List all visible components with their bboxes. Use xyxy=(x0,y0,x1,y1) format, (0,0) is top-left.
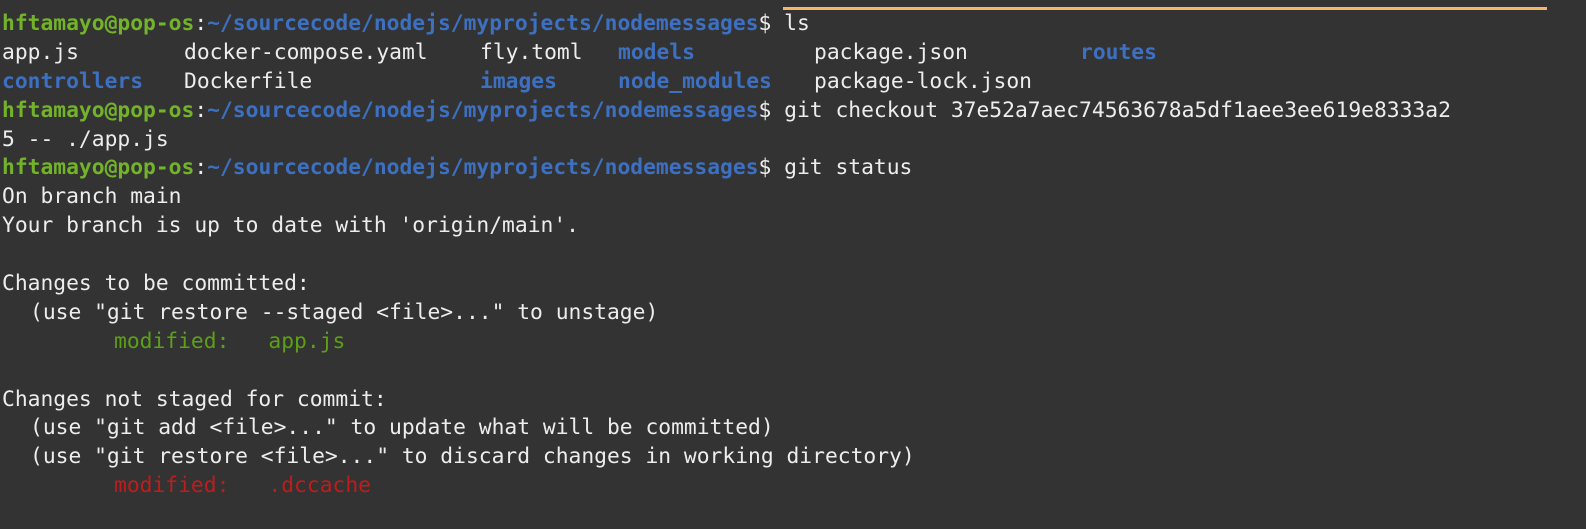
unstaged-modified-label: modified: xyxy=(114,473,230,499)
ls-entry-file: docker-compose.yaml xyxy=(184,39,428,65)
prompt-line-ls: hftamayo@pop-os:~/sourcecode/nodejs/mypr… xyxy=(2,10,1586,39)
status-uptodate-line: Your branch is up to date with 'origin/m… xyxy=(2,213,579,239)
unstaged-file-entry: modified: .dccache xyxy=(2,472,1586,501)
ls-output-row: app.js docker-compose.yaml fly.toml models p… xyxy=(2,39,1586,68)
prompt-line-checkout: hftamayo@pop-os:~/sourcecode/nodejs/mypr… xyxy=(2,97,1586,126)
prompt-dollar: $ xyxy=(758,97,785,123)
staged-hint: (use "git restore --staged <file>..." to… xyxy=(2,299,1586,328)
prompt-separator: : xyxy=(194,11,208,36)
command-wrap-line: 5 -- ./app.js xyxy=(2,126,169,152)
staged-modified-label: modified: xyxy=(114,328,230,354)
prompt-user: hftamayo@pop-os xyxy=(2,97,195,123)
prompt-separator: : xyxy=(194,97,208,123)
prompt-separator: : xyxy=(194,155,208,181)
unstaged-header: Changes not staged for commit: xyxy=(2,386,387,412)
unstaged-file-name: .dccache xyxy=(268,473,371,499)
staged-file-name: app.js xyxy=(268,328,346,354)
prompt-user: hftamayo@pop-os xyxy=(2,155,195,181)
prompt-path: ~/sourcecode/nodejs/myprojects/nodemessa… xyxy=(207,97,759,123)
unstaged-hint: (use "git restore <file>..." to discard … xyxy=(2,443,1586,472)
command-text: git status xyxy=(784,155,913,181)
ls-entry-directory: models xyxy=(618,39,695,65)
staged-file-entry: modified: app.js xyxy=(2,328,1586,357)
unstaged-hint-text: (use "git add <file>..." to update what … xyxy=(30,415,774,441)
unstaged-hint: (use "git add <file>..." to update what … xyxy=(2,414,1586,443)
tab-accent-bar xyxy=(783,7,1547,10)
ls-entry-directory: node_modules xyxy=(618,68,772,94)
ls-entry-file: package-lock.json xyxy=(814,68,1032,94)
staged-hint-text: (use "git restore --staged <file>..." to… xyxy=(30,299,659,325)
prompt-path: ~/sourcecode/nodejs/myprojects/nodemessa… xyxy=(207,155,759,181)
status-branch-line: On branch main xyxy=(2,184,182,210)
terminal-window[interactable]: hftamayo@pop-os:~/sourcecode/nodejs/mypr… xyxy=(0,0,1586,529)
prompt-path: ~/sourcecode/nodejs/myprojects/nodemessa… xyxy=(207,11,759,36)
ls-entry-file: fly.toml xyxy=(480,39,583,65)
prompt-dollar: $ xyxy=(758,11,785,36)
staged-header: Changes to be committed: xyxy=(2,271,310,297)
ls-entry-directory: images xyxy=(480,68,557,94)
command-text: git checkout 37e52a7aec74563678a5df1aee3… xyxy=(784,97,1451,123)
ls-entry-file: app.js xyxy=(2,39,79,65)
ls-entry-directory: controllers xyxy=(2,68,144,94)
ls-entry-file: Dockerfile xyxy=(184,68,313,94)
ls-output-row: controllers Dockerfile images node_modules p… xyxy=(2,68,1586,97)
command-text: ls xyxy=(784,11,810,36)
prompt-dollar: $ xyxy=(758,155,785,181)
prompt-line-status: hftamayo@pop-os:~/sourcecode/nodejs/mypr… xyxy=(2,154,1586,183)
unstaged-hint-text: (use "git restore <file>..." to discard … xyxy=(30,444,915,470)
ls-entry-file: package.json xyxy=(814,39,968,65)
ls-entry-directory: routes xyxy=(1080,39,1157,65)
prompt-user: hftamayo@pop-os xyxy=(2,11,195,36)
